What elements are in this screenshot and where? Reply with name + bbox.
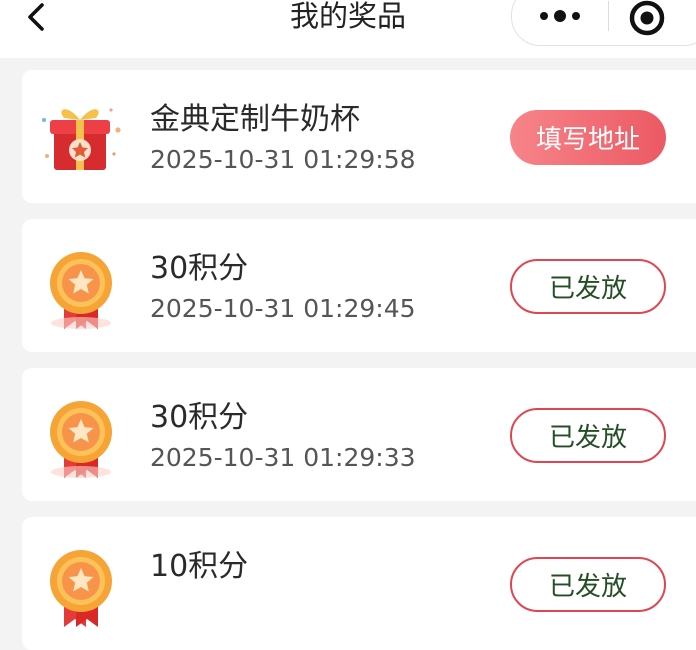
issued-status-button[interactable]: 已发放 <box>510 557 666 612</box>
chevron-left-icon <box>28 3 44 31</box>
prize-card: 10积分 已发放 <box>22 517 696 650</box>
prize-card: 30积分 2025-10-31 01:29:45 已发放 <box>22 219 696 352</box>
prize-name: 金典定制牛奶杯 <box>150 102 360 137</box>
prize-name: 10积分 <box>150 549 249 584</box>
prize-name: 30积分 <box>150 400 249 435</box>
close-mini-program-button[interactable] <box>622 0 672 43</box>
mini-program-capsule <box>511 0 696 46</box>
issued-status-button[interactable]: 已发放 <box>510 259 666 314</box>
more-dots-icon <box>540 10 580 22</box>
prize-card: 30积分 2025-10-31 01:29:33 已发放 <box>22 368 696 501</box>
back-button[interactable] <box>18 0 54 34</box>
fill-address-button[interactable]: 填写地址 <box>510 110 666 165</box>
target-close-icon <box>629 0 665 36</box>
gift-box-icon <box>38 94 124 180</box>
medal-icon <box>38 243 124 329</box>
capsule-divider <box>608 1 609 31</box>
navigation-bar: 我的奖品 <box>0 0 696 58</box>
prize-time: 2025-10-31 01:29:45 <box>150 294 416 323</box>
more-options-button[interactable] <box>512 0 608 45</box>
prize-time: 2025-10-31 01:29:58 <box>150 145 416 174</box>
prize-card: 金典定制牛奶杯 2025-10-31 01:29:58 填写地址 <box>22 70 696 203</box>
prize-name: 30积分 <box>150 251 249 286</box>
medal-icon <box>38 541 124 627</box>
medal-icon <box>38 392 124 478</box>
issued-status-button[interactable]: 已发放 <box>510 408 666 463</box>
prize-time: 2025-10-31 01:29:33 <box>150 443 416 472</box>
